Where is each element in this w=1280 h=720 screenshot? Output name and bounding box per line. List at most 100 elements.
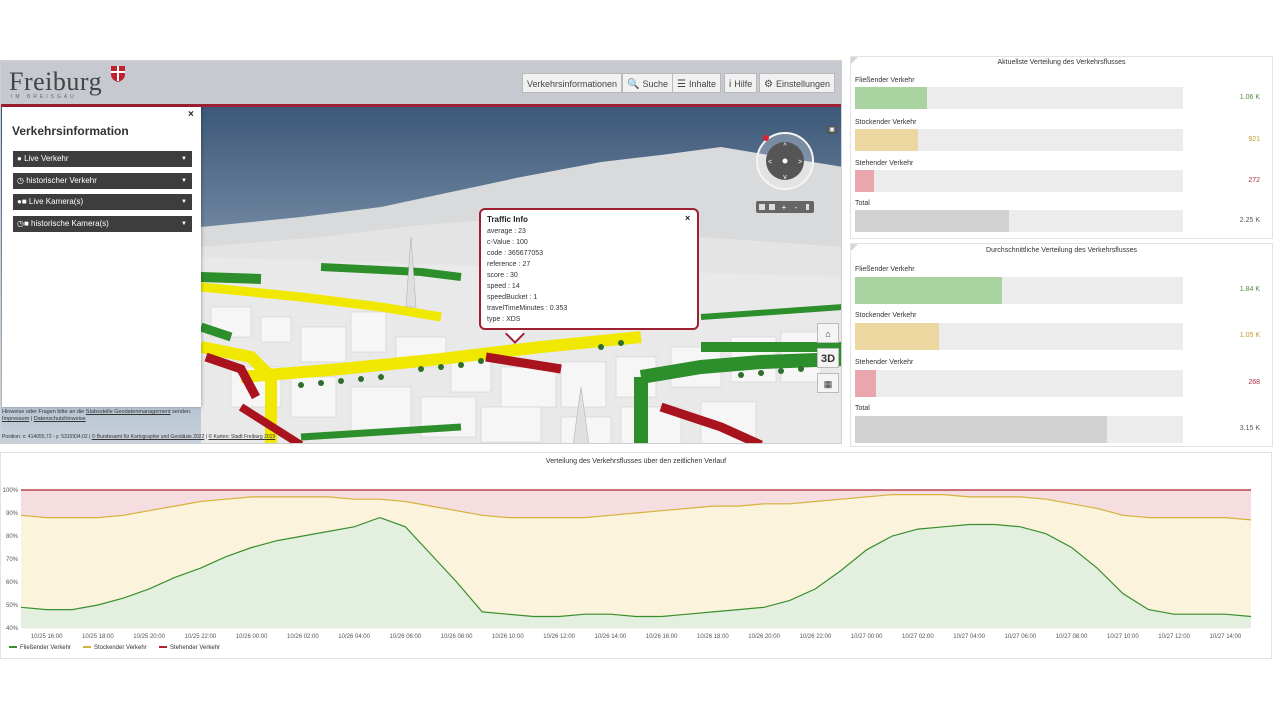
- x-tick-label: 10/27 10:00: [1107, 634, 1139, 640]
- bar-label: Stehender Verkehr: [855, 359, 914, 366]
- impressum-link[interactable]: Impressum: [2, 416, 29, 422]
- zoom-controls[interactable]: + -: [756, 201, 814, 213]
- svg-text:v: v: [783, 174, 787, 181]
- compass-navigation[interactable]: ^ v < >: [755, 131, 815, 191]
- popup-key: score: [487, 272, 505, 279]
- nav-label: Verkehrsinformationen: [527, 79, 618, 89]
- site-header: Freiburg IM BREISGAU Verkehrsinformation…: [1, 61, 841, 107]
- bar-fill-stopped: [855, 170, 874, 192]
- panel-title: Aktuellste Verteilung des Verkehrsflusse…: [997, 59, 1126, 66]
- accordion-historic-traffic[interactable]: ◷ historischer Verkehr ▼: [13, 173, 192, 189]
- popup-key: average: [487, 228, 513, 235]
- svg-text:<: <: [768, 159, 772, 166]
- svg-text:+: +: [782, 203, 787, 212]
- popup-row: average : 23: [487, 228, 526, 235]
- bar-fill-slow: [855, 129, 918, 151]
- x-tick-label: 10/26 18:00: [697, 634, 729, 640]
- marker-icon: ●: [17, 154, 25, 163]
- home-button[interactable]: ⌂: [817, 323, 839, 343]
- x-tick-label: 10/25 22:00: [185, 634, 217, 640]
- popup-value: XDS: [506, 316, 521, 323]
- legend-slow[interactable]: Stockender Verkehr: [83, 645, 147, 651]
- bar-value: 268: [1248, 379, 1260, 386]
- camera-icon: ●■: [17, 197, 29, 206]
- accordion-live-traffic[interactable]: ● Live Verkehr ▼: [13, 151, 192, 167]
- attribution-bkg[interactable]: © Bundesamt für Kartographie und Geodäsi…: [92, 434, 205, 440]
- timeline-chart-panel: Verteilung des Verkehrsflusses über den …: [0, 452, 1272, 659]
- nav-settings-button[interactable]: ⚙ Einstellungen: [759, 73, 836, 93]
- popup-value: 30: [509, 272, 518, 279]
- info-icon: i: [729, 79, 732, 90]
- bar-label: Total: [855, 405, 870, 412]
- nav-help-button[interactable]: i Hilfe: [724, 73, 758, 93]
- caret-down-icon: ▼: [181, 156, 187, 162]
- popup-close-button[interactable]: ×: [685, 213, 690, 223]
- legend-stopped[interactable]: Stehender Verkehr: [159, 645, 220, 651]
- x-tick-label: 10/26 16:00: [646, 634, 678, 640]
- hint-suffix: senden.: [172, 409, 192, 415]
- position-readout: Position: x: 414055,72 - y: 5315934,02: [2, 434, 88, 440]
- privacy-link[interactable]: Datenschutzhinweise: [34, 416, 86, 422]
- nav-traffic-info-button[interactable]: Verkehrsinformationen: [522, 73, 623, 93]
- legend-swatch: [159, 646, 167, 649]
- nav-label: Inhalte: [688, 79, 716, 89]
- bar-fill-stopped: [855, 370, 876, 397]
- bar-label: Stockender Verkehr: [855, 312, 917, 319]
- clock-icon: ◷: [17, 176, 27, 185]
- accordion-historic-cameras[interactable]: ◷■ historische Kamera(s) ▼: [13, 216, 192, 232]
- legend-label: Stehender Verkehr: [170, 645, 221, 651]
- bar-label: Fließender Verkehr: [855, 77, 915, 84]
- camera-clock-icon: ◷■: [17, 219, 32, 228]
- popup-value: 0.353: [549, 305, 568, 312]
- x-tick-label: 10/26 02:00: [287, 634, 319, 640]
- hint-link[interactable]: Stabsstelle Geodatenmanagement: [86, 409, 171, 415]
- bar-label: Fließender Verkehr: [855, 266, 915, 273]
- bar-value: 1.06 K: [1239, 94, 1260, 101]
- popup-key: speed: [487, 283, 507, 290]
- popup-key: travelTimeMinutes: [487, 305, 544, 312]
- attribution-city[interactable]: © Karten: Stadt Freiburg 2019: [208, 434, 275, 440]
- legend-label: Stockender Verkehr: [94, 645, 147, 651]
- legend-flowing[interactable]: Fließender Verkehr: [9, 645, 71, 651]
- bar-fill-total: [855, 416, 1107, 443]
- caret-down-icon: ▼: [181, 221, 187, 227]
- coat-of-arms-icon: [111, 66, 125, 82]
- y-tick-label: 100%: [3, 488, 19, 494]
- x-tick-label: 10/26 08:00: [441, 634, 473, 640]
- current-distribution-panel: Aktuellste Verteilung des Verkehrsflusse…: [850, 56, 1273, 239]
- y-tick-label: 60%: [6, 580, 19, 586]
- y-tick-label: 90%: [6, 511, 19, 517]
- 3d-toggle-button[interactable]: 3D: [817, 348, 839, 368]
- popup-value: 14: [511, 283, 520, 290]
- chart-title: Verteilung des Verkehrsflusses über den …: [545, 458, 727, 465]
- x-tick-label: 10/27 14:00: [1210, 634, 1242, 640]
- popup-key: code: [487, 250, 503, 257]
- popup-row: c-Value : 100: [487, 239, 528, 246]
- bar-label: Stockender Verkehr: [855, 119, 917, 126]
- x-tick-label: 10/26 12:00: [543, 634, 575, 640]
- x-tick-label: 10/27 02:00: [902, 634, 934, 640]
- bar-label: Stehender Verkehr: [855, 160, 914, 167]
- bar-track: [855, 323, 1183, 350]
- nav-contents-button[interactable]: ☰ Inhalte: [672, 73, 721, 93]
- fullscreen-icon[interactable]: ▣: [827, 126, 837, 134]
- traffic-sidebar: × Verkehrsinformation ● Live Verkehr ▼ ◷ …: [2, 107, 201, 407]
- x-tick-label: 10/26 10:00: [492, 634, 524, 640]
- bar-value: 272: [1248, 177, 1260, 184]
- popup-row: score : 30: [487, 272, 518, 279]
- sidebar-title: Verkehrsinformation: [12, 124, 129, 138]
- nav-search-button[interactable]: 🔍 Suche: [622, 73, 673, 93]
- grid-button[interactable]: ▦: [817, 373, 839, 393]
- popup-row: speed : 14: [487, 283, 520, 290]
- timeline-chart[interactable]: 100% 90% 80% 70% 60% 50% 40% 10/25 16:00 10/25 1…: [1, 473, 1271, 643]
- accordion-label: Live Verkehr: [24, 154, 69, 163]
- sidebar-close-button[interactable]: ×: [188, 109, 194, 120]
- nav-label: Einstellungen: [775, 79, 831, 89]
- x-tick-label: 10/26 20:00: [748, 634, 780, 640]
- x-tick-label: 10/25 20:00: [133, 634, 165, 640]
- panel-title: Durchschnittliche Verteilung des Verkehr…: [986, 247, 1137, 254]
- bar-value: 3.15 K: [1239, 425, 1260, 432]
- accordion-live-cameras[interactable]: ●■ Live Kamera(s) ▼: [13, 194, 192, 210]
- x-tick-label: 10/27 00:00: [851, 634, 883, 640]
- search-icon: 🔍: [627, 79, 640, 90]
